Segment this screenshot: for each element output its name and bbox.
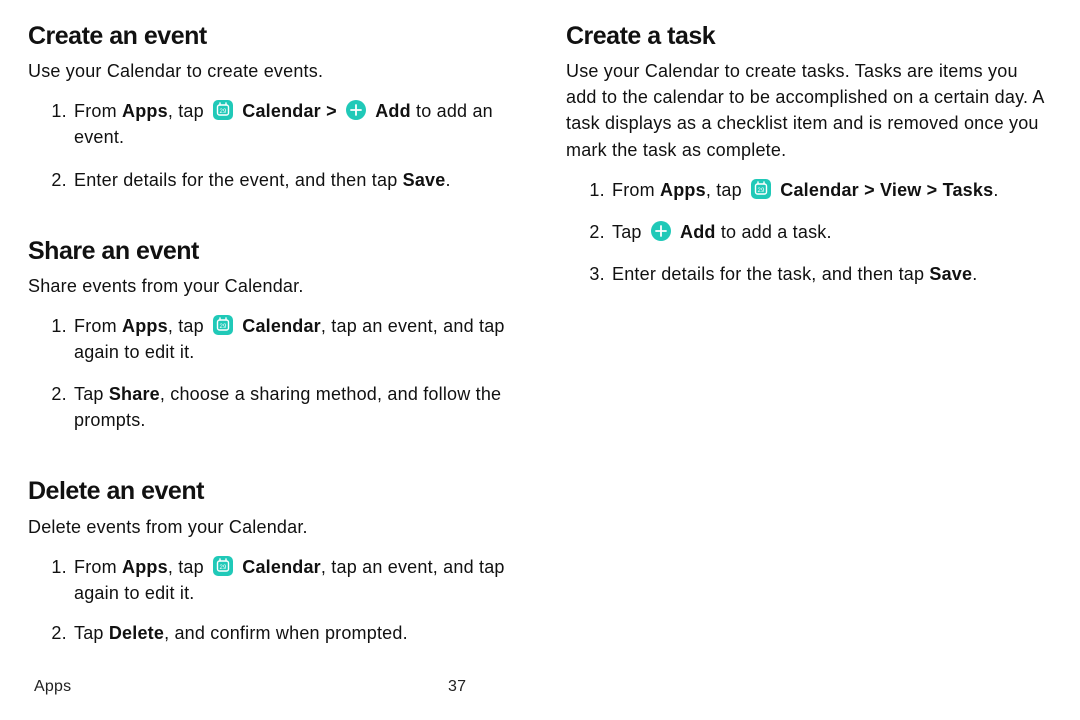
intro-create-task: Use your Calendar to create tasks. Tasks… [566,58,1052,162]
text-segment: Tap [74,384,109,404]
text-segment: , tap [168,316,209,336]
calendar-icon: 29 [212,99,234,121]
bold-add: Add [375,101,411,121]
step: From Apps, tap 29 Calendar > Add to add … [72,98,514,150]
calendar-icon: 29 [750,178,772,200]
step-text: Enter details for the event, and then ta… [74,170,451,190]
intro-delete-event: Delete events from your Calendar. [28,514,514,540]
step: Tap Delete, and confirm when prompted. [72,620,514,646]
step: From Apps, tap 29 Calendar > View > Task… [610,177,1052,203]
bold-delete: Delete [109,623,164,643]
intro-create-event: Use your Calendar to create events. [28,58,514,84]
step: Enter details for the event, and then ta… [72,167,514,193]
text-segment: . [445,170,450,190]
footer-section-label: Apps [34,675,71,698]
heading-create-an-event: Create an event [28,18,514,54]
bold-calendar: Calendar [242,557,321,577]
page: Create an event Use your Calendar to cre… [0,0,1080,720]
step-text: From Apps, tap 29 Calendar > View > Task… [612,180,999,200]
svg-text:29: 29 [758,188,766,194]
bold-save: Save [929,264,972,284]
step: Tap Share, choose a sharing method, and … [72,381,514,433]
bold-save: Save [403,170,446,190]
text-segment: . [993,180,998,200]
add-icon [650,220,672,242]
bold-apps: Apps [122,316,168,336]
text-segment: to add a task. [716,222,832,242]
step-text: From Apps, tap 29 Calendar, tap an event… [74,557,505,603]
step: From Apps, tap 29 Calendar, tap an event… [72,554,514,606]
step-text: Tap Share, choose a sharing method, and … [74,384,501,430]
svg-text:29: 29 [220,565,228,571]
bold-apps: Apps [122,557,168,577]
intro-share-event: Share events from your Calendar. [28,273,514,299]
calendar-icon: 29 [212,555,234,577]
steps-share-event: From Apps, tap 29 Calendar, tap an event… [28,313,514,449]
left-column: Create an event Use your Calendar to cre… [28,18,540,720]
text-segment: , tap [168,557,209,577]
text-segment: Enter details for the task, and then tap [612,264,929,284]
text-segment: . [972,264,977,284]
text-segment: , tap [168,101,209,121]
text-segment: From [74,557,122,577]
svg-text:29: 29 [220,324,228,330]
step-text: From Apps, tap 29 Calendar, tap an event… [74,316,505,362]
text-segment: From [74,101,122,121]
bold-share: Share [109,384,160,404]
text-segment: Tap [612,222,647,242]
step-text: Tap Add to add a task. [612,222,832,242]
footer-page-number: 37 [448,675,466,698]
heading-delete-an-event: Delete an event [28,473,514,509]
bold-calendar: Calendar [242,316,321,336]
bold-apps: Apps [122,101,168,121]
step: Enter details for the task, and then tap… [610,261,1052,287]
heading-create-a-task: Create a task [566,18,1052,54]
step-text: From Apps, tap 29 Calendar > Add to add … [74,101,493,147]
step: From Apps, tap 29 Calendar, tap an event… [72,313,514,365]
page-footer: Apps 37 [34,675,1046,698]
heading-share-an-event: Share an event [28,233,514,269]
bold-calendar-path: Calendar > [242,101,342,121]
step-text: Tap Delete, and confirm when prompted. [74,623,408,643]
text-segment: Enter details for the event, and then ta… [74,170,403,190]
right-column: Create a task Use your Calendar to creat… [540,18,1052,720]
step-text: Enter details for the task, and then tap… [612,264,977,284]
step: Tap Add to add a task. [610,219,1052,245]
bold-add: Add [680,222,716,242]
text-segment: From [612,180,660,200]
text-segment: Tap [74,623,109,643]
bold-calendar-view-tasks: Calendar > View > Tasks [780,180,993,200]
steps-create-task: From Apps, tap 29 Calendar > View > Task… [566,177,1052,303]
steps-create-event: From Apps, tap 29 Calendar > Add to add … [28,98,514,208]
text-segment: , and confirm when prompted. [164,623,408,643]
add-icon [345,99,367,121]
bold-apps: Apps [660,180,706,200]
text-segment: , tap [706,180,747,200]
text-segment: From [74,316,122,336]
steps-delete-event: From Apps, tap 29 Calendar, tap an event… [28,554,514,660]
svg-text:29: 29 [220,110,228,116]
calendar-icon: 29 [212,314,234,336]
